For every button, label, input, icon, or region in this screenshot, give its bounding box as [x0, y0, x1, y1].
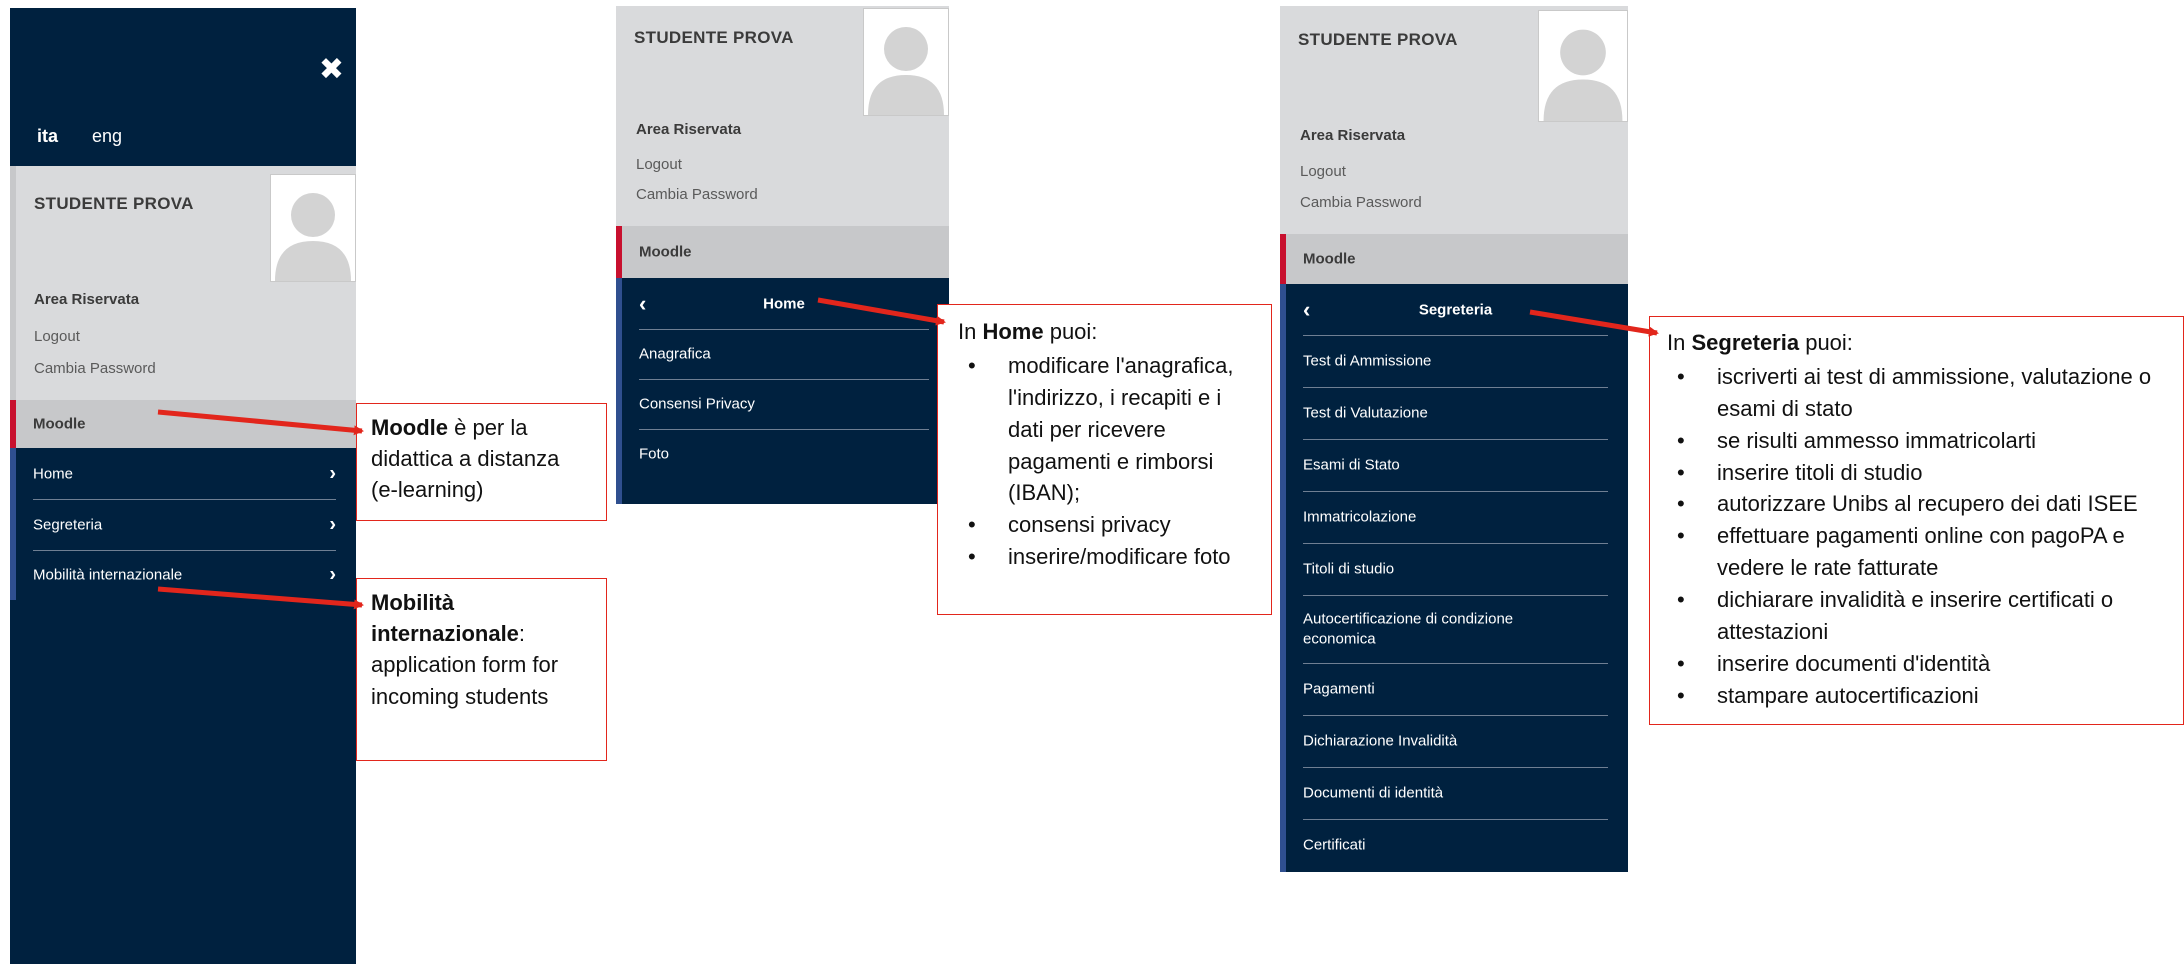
arrow-moodle: [157, 409, 364, 436]
arrow-home: [817, 297, 946, 326]
arrow-mobilita: [157, 586, 364, 610]
arrow-segreteria: [1529, 309, 1659, 337]
annotation-arrows: [157, 297, 1659, 610]
